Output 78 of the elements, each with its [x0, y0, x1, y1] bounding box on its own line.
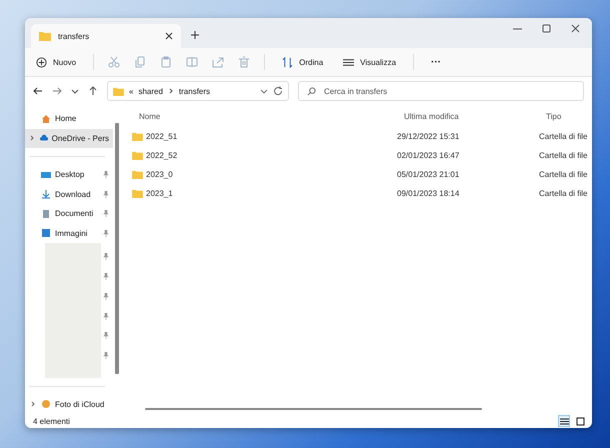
folder-icon: [39, 31, 51, 41]
details-view-icon[interactable]: [558, 415, 570, 427]
sidebar-item[interactable]: Foto di iCloud: [25, 394, 113, 414]
pin-icon[interactable]: [103, 230, 109, 237]
address-bar[interactable]: « shared transfers: [107, 81, 289, 101]
type-cell-text: Cartella di file: [539, 189, 588, 198]
folder-icon: [132, 151, 143, 160]
file-name[interactable]: 2023_1: [132, 189, 397, 198]
new-button[interactable]: Nuovo: [33, 54, 80, 70]
date-cell-text: 05/01/2023 21:01: [397, 170, 460, 179]
sort-button[interactable]: Ordina: [279, 54, 326, 70]
pin-icon[interactable]: [103, 312, 109, 320]
breadcrumb-item[interactable]: shared: [138, 86, 163, 96]
sidebar-item[interactable]: Immagini: [25, 224, 113, 243]
sidebar-item[interactable]: Documenti: [25, 204, 113, 224]
sort-icon: [282, 56, 294, 68]
download-icon: [41, 189, 51, 200]
breadcrumb-overflow[interactable]: «: [129, 86, 134, 96]
new-tab-icon[interactable]: [191, 31, 199, 39]
home-icon: [41, 114, 51, 124]
pin-icon[interactable]: [103, 171, 109, 178]
chevron-down-icon[interactable]: [71, 87, 79, 95]
close-icon[interactable]: [165, 32, 173, 40]
search-field[interactable]: Cerca in transfers: [298, 81, 584, 101]
sidebar-item[interactable]: Download: [25, 184, 113, 204]
file-name[interactable]: 2023_0: [132, 170, 397, 179]
folder-icon: [132, 132, 143, 141]
view-button[interactable]: Visualizza: [340, 54, 400, 70]
chevron-down-icon[interactable]: [260, 87, 268, 95]
pin-icon[interactable]: [103, 253, 109, 260]
tiles-view-icon[interactable]: [574, 415, 586, 427]
chevron-right-icon[interactable]: [30, 401, 36, 408]
back-icon[interactable]: [33, 86, 43, 96]
sidebar-item[interactable]: Desktop: [25, 165, 113, 184]
column-header[interactable]: Ultima modifica: [404, 112, 546, 120]
folder-icon: [132, 189, 143, 198]
date-cell-text: 29/12/2022 15:31: [397, 132, 460, 141]
pictures-icon: [41, 228, 51, 238]
sidebar-item[interactable]: Home: [25, 109, 113, 128]
cloud-icon: [40, 133, 48, 144]
type-cell-text: Cartella di file: [539, 170, 588, 179]
pin-icon[interactable]: [103, 332, 109, 340]
file-name[interactable]: 2022_51: [132, 132, 397, 141]
scrollbar-thumb[interactable]: [115, 123, 119, 374]
folder-icon: [113, 86, 124, 96]
folder-icon: [132, 170, 143, 179]
maximize-icon[interactable]: [542, 24, 551, 33]
desktop-icon: [41, 170, 51, 180]
pin-icon[interactable]: [103, 190, 109, 198]
item-count: 4 elementi: [33, 416, 70, 426]
column-header[interactable]: Tipo: [546, 112, 592, 120]
date-cell-text: 02/01/2023 16:47: [397, 151, 460, 160]
documents-icon: [41, 208, 51, 219]
chevron-right-icon[interactable]: [29, 135, 36, 142]
date-cell-text: 09/01/2023 18:14: [397, 189, 460, 198]
pin-icon[interactable]: [103, 273, 109, 280]
sidebar-item[interactable]: OneDrive - Pers: [25, 128, 113, 148]
photos-icon: [41, 399, 51, 410]
chevron-right-icon: [168, 88, 174, 94]
type-cell-text: Cartella di file: [539, 132, 588, 141]
search-field[interactable]: Cerca in transfers: [324, 86, 575, 96]
pin-icon[interactable]: [103, 292, 109, 300]
refresh-icon[interactable]: [273, 86, 283, 96]
scrollbar-thumb[interactable]: [145, 408, 482, 410]
pin-icon[interactable]: [103, 210, 109, 218]
close-icon[interactable]: [571, 24, 580, 33]
up-icon[interactable]: [88, 86, 98, 96]
forward-icon[interactable]: [52, 86, 62, 96]
type-cell-text: Cartella di file: [539, 151, 588, 160]
breadcrumb-item[interactable]: transfers: [178, 86, 210, 96]
lines-icon: [343, 56, 354, 68]
search-icon: [307, 86, 316, 96]
file-name[interactable]: 2022_52: [132, 151, 397, 160]
plus-circle-icon: [36, 56, 47, 68]
window-tab[interactable]: transfers: [31, 24, 181, 48]
pin-icon[interactable]: [103, 352, 109, 360]
more-button[interactable]: ···: [428, 54, 444, 70]
column-header[interactable]: Nome: [139, 112, 404, 120]
